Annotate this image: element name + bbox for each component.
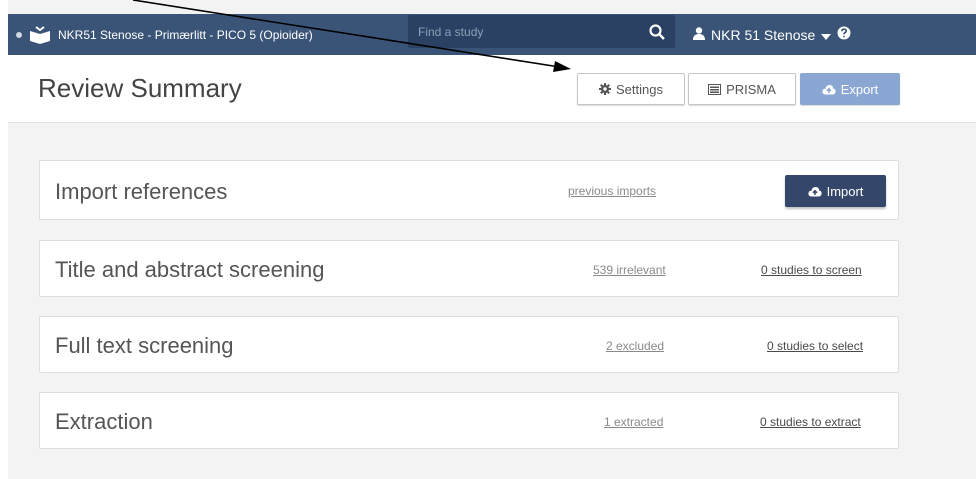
settings-label: Settings [616,81,663,97]
card-title: Full text screening [55,333,234,358]
list-icon [708,83,722,95]
cloud-upload-icon [808,186,822,196]
help-icon[interactable] [837,26,851,43]
export-button[interactable]: Export [800,73,900,105]
page-title: Review Summary [38,73,242,103]
user-name: NKR 51 Stenose [711,26,816,43]
import-references-card: Import references previous imports Impor… [39,160,899,220]
import-button[interactable]: Import [785,175,886,207]
gear-icon [599,83,611,95]
export-label: Export [840,81,879,97]
study-search[interactable] [408,15,675,48]
user-menu[interactable]: NKR 51 Stenose [693,14,857,55]
prisma-button[interactable]: PRISMA [688,73,796,105]
excluded-link[interactable]: 2 excluded [606,339,664,353]
import-label: Import [826,183,864,199]
extracted-link[interactable]: 1 extracted [604,415,663,429]
settings-button[interactable]: Settings [577,73,685,105]
irrelevant-link[interactable]: 539 irrelevant [593,263,666,277]
studies-to-extract-link[interactable]: 0 studies to extract [760,415,861,429]
card-title: Import references [55,179,228,204]
project-switcher[interactable]: NKR51 Stenose - Primærlitt - PICO 5 (Opi… [16,14,313,55]
title-abstract-screening-card: Title and abstract screening 539 irrelev… [39,240,899,297]
search-icon[interactable] [649,24,665,45]
cloud-upload-icon [822,84,836,94]
prisma-label: PRISMA [726,81,776,97]
extraction-card: Extraction 1 extracted 0 studies to extr… [39,392,899,449]
caret-down-icon [821,27,832,43]
card-title: Title and abstract screening [55,257,325,282]
studies-to-select-link[interactable]: 0 studies to select [767,339,863,353]
app-logo-icon [29,25,51,44]
user-icon [693,26,705,43]
project-title: NKR51 Stenose - Primærlitt - PICO 5 (Opi… [58,27,313,42]
full-text-screening-card: Full text screening 2 excluded 0 studies… [39,316,899,373]
search-input[interactable] [408,24,628,39]
previous-imports-link[interactable]: previous imports [568,184,656,198]
status-dot [16,31,22,38]
studies-to-screen-link[interactable]: 0 studies to screen [761,263,862,277]
card-title: Extraction [55,409,153,434]
